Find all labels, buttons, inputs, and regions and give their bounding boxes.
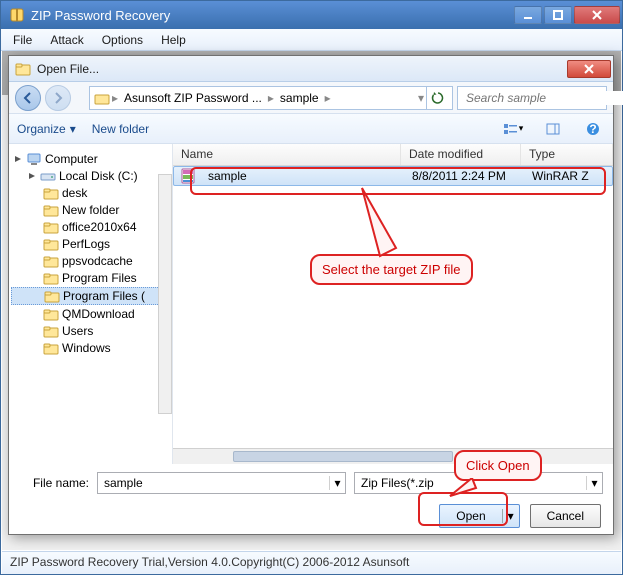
help-button[interactable]: ? — [581, 118, 605, 140]
tree-folder[interactable]: ppsvodcache — [11, 253, 170, 269]
tree-folder[interactable]: QMDownload — [11, 306, 170, 322]
view-options-button[interactable]: ▾ — [501, 118, 525, 140]
column-type[interactable]: Type — [521, 144, 613, 165]
column-name[interactable]: Name — [173, 144, 401, 165]
tree-folder[interactable]: office2010x64 — [11, 219, 170, 235]
computer-icon — [26, 152, 42, 166]
main-window-title: ZIP Password Recovery — [31, 8, 514, 23]
menu-help[interactable]: Help — [153, 31, 194, 49]
folder-icon — [43, 220, 59, 234]
cancel-button[interactable]: Cancel — [530, 504, 601, 528]
minimize-button[interactable] — [514, 6, 542, 24]
main-titlebar[interactable]: ZIP Password Recovery — [1, 1, 622, 29]
menu-attack[interactable]: Attack — [42, 31, 91, 49]
chevron-right-icon[interactable]: ▸ — [325, 91, 331, 105]
tree-folder[interactable]: PerfLogs — [11, 236, 170, 252]
zip-file-icon — [180, 168, 196, 184]
open-dropdown-icon[interactable]: ▾ — [503, 509, 519, 523]
tree-computer[interactable]: Computer — [11, 151, 170, 167]
horizontal-scrollbar[interactable] — [173, 448, 613, 464]
search-box[interactable] — [457, 86, 607, 110]
tree-folder[interactable]: Users — [11, 323, 170, 339]
menu-options[interactable]: Options — [94, 31, 151, 49]
filename-input[interactable] — [98, 476, 329, 490]
breadcrumb-dropdown-icon[interactable]: ▾ — [418, 91, 424, 105]
tree-drive[interactable]: Local Disk (C:) — [11, 168, 170, 184]
preview-pane-button[interactable] — [541, 118, 565, 140]
folder-icon — [43, 203, 59, 217]
search-input[interactable] — [466, 91, 623, 105]
dialog-icon — [15, 61, 31, 77]
chevron-right-icon[interactable]: ▸ — [268, 91, 274, 105]
folder-icon — [94, 90, 110, 106]
expander-open-icon[interactable] — [13, 154, 23, 164]
breadcrumb[interactable]: ▸ Asunsoft ZIP Password ... ▸ sample ▸ ▾ — [89, 86, 453, 110]
tree-folder[interactable]: Program Files ( — [11, 287, 170, 305]
refresh-button[interactable] — [426, 87, 448, 109]
tree-scrollbar[interactable] — [158, 174, 172, 414]
filter-dropdown-icon[interactable]: ▾ — [586, 476, 602, 490]
list-item[interactable]: sample 8/8/2011 2:24 PM WinRAR Z — [173, 166, 613, 186]
forward-button[interactable] — [45, 85, 71, 111]
folder-icon — [43, 324, 59, 338]
filename-label: File name: — [19, 476, 89, 490]
breadcrumb-segment[interactable]: Asunsoft ZIP Password ... — [120, 91, 266, 105]
dialog-title: Open File... — [37, 62, 567, 76]
folder-icon — [43, 237, 59, 251]
app-icon — [9, 7, 25, 23]
back-button[interactable] — [15, 85, 41, 111]
folder-icon — [43, 307, 59, 321]
breadcrumb-segment[interactable]: sample — [276, 91, 323, 105]
folder-icon — [43, 186, 59, 200]
filename-combo[interactable]: ▾ — [97, 472, 346, 494]
folder-icon — [43, 254, 59, 268]
expander-open-icon[interactable] — [27, 171, 37, 181]
dialog-titlebar[interactable]: Open File... — [9, 56, 613, 82]
folder-icon — [43, 271, 59, 285]
column-date[interactable]: Date modified — [401, 144, 521, 165]
statusbar: ZIP Password Recovery Trial,Version 4.0.… — [2, 551, 621, 574]
annotation-select-file: Select the target ZIP file — [310, 254, 473, 285]
nav-bar: ▸ Asunsoft ZIP Password ... ▸ sample ▸ ▾ — [9, 82, 613, 114]
annotation-click-open: Click Open — [454, 450, 542, 481]
maximize-button[interactable] — [544, 6, 572, 24]
tree-folder[interactable]: Windows — [11, 340, 170, 356]
open-button[interactable]: Open ▾ — [439, 504, 519, 528]
filename-dropdown-icon[interactable]: ▾ — [329, 476, 345, 490]
folder-tree: Computer Local Disk (C:) deskNew foldero… — [9, 144, 173, 464]
tree-folder[interactable]: Program Files — [11, 270, 170, 286]
svg-text:?: ? — [589, 122, 596, 136]
tree-folder[interactable]: New folder — [11, 202, 170, 218]
file-list-pane: Name Date modified Type sample 8/8/2011 … — [173, 144, 613, 464]
close-dialog-button[interactable] — [567, 60, 611, 78]
drive-icon — [40, 169, 56, 183]
folder-icon — [43, 341, 59, 355]
menu-file[interactable]: File — [5, 31, 40, 49]
tree-folder[interactable]: desk — [11, 185, 170, 201]
chevron-down-icon: ▾ — [70, 122, 76, 136]
close-main-button[interactable] — [574, 6, 620, 24]
new-folder-button[interactable]: New folder — [92, 122, 149, 136]
list-header: Name Date modified Type — [173, 144, 613, 166]
dialog-toolbar: Organize ▾ New folder ▾ ? — [9, 114, 613, 144]
main-menubar: File Attack Options Help — [1, 29, 622, 51]
folder-icon — [44, 289, 60, 303]
chevron-right-icon[interactable]: ▸ — [112, 91, 118, 105]
organize-button[interactable]: Organize ▾ — [17, 122, 76, 136]
file-list[interactable]: sample 8/8/2011 2:24 PM WinRAR Z — [173, 166, 613, 448]
